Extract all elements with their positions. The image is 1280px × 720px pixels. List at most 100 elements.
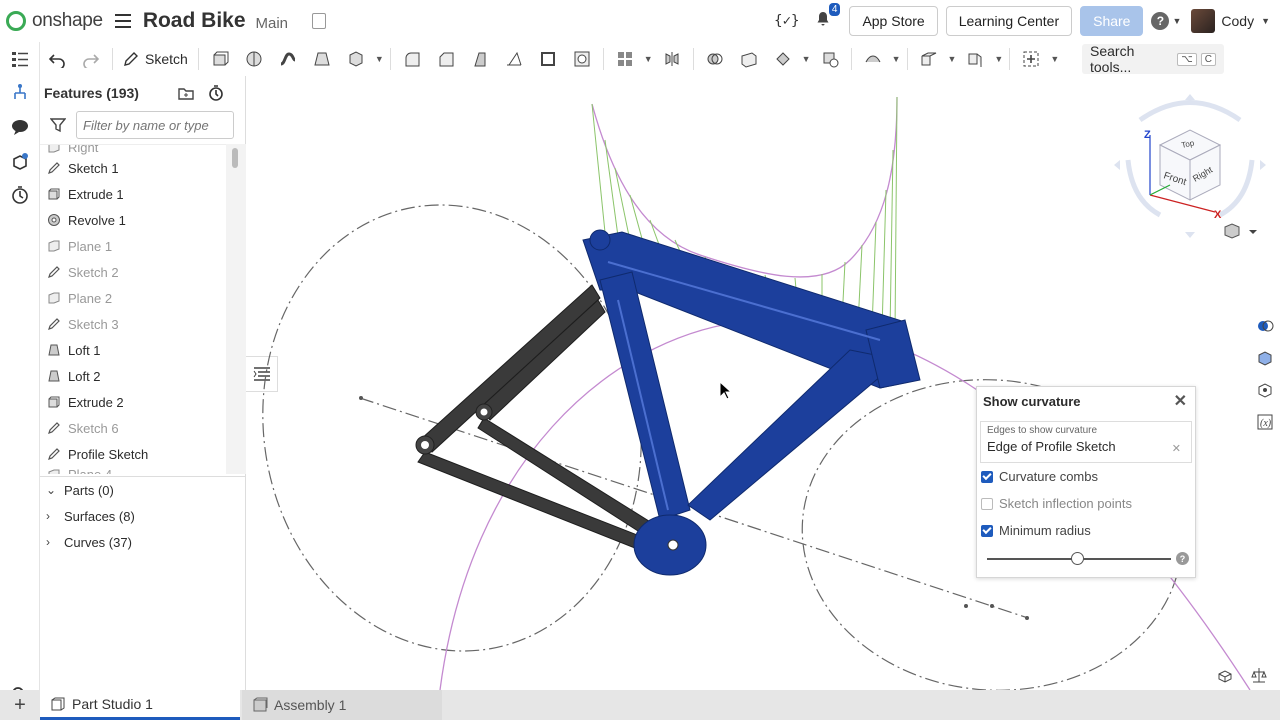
chevron-right-icon[interactable]: ⌄	[46, 483, 64, 497]
undo-icon[interactable]	[46, 49, 68, 69]
view-options-icon[interactable]	[1222, 222, 1262, 242]
mass-properties-icon[interactable]	[1250, 342, 1280, 374]
chevron-down-icon[interactable]: ▼	[948, 54, 957, 64]
feature-item[interactable]: Sketch 3	[40, 311, 226, 337]
chevron-down-icon[interactable]: ▼	[802, 54, 811, 64]
chevron-down-icon[interactable]: ▼	[1172, 16, 1181, 26]
user-name[interactable]: Cody	[1221, 13, 1254, 29]
sweep-icon[interactable]	[277, 49, 299, 69]
view-cube[interactable]: Z X Top Front Right	[1110, 90, 1270, 240]
units-icon[interactable]	[1250, 666, 1268, 684]
feature-item[interactable]: Plane 2	[40, 285, 226, 311]
copy-icon[interactable]	[312, 13, 327, 29]
help-icon[interactable]: ?	[1151, 12, 1170, 30]
transform-icon[interactable]	[772, 49, 794, 69]
rollback-timer-icon[interactable]	[207, 84, 225, 102]
chevron-right-icon[interactable]: ›	[46, 509, 64, 523]
fillet-icon[interactable]	[401, 49, 423, 69]
extrude-icon[interactable]	[209, 49, 231, 69]
share-button[interactable]: Share	[1080, 6, 1144, 36]
parts-icon[interactable]	[0, 144, 40, 178]
group-item[interactable]: ⌄ Parts (0)	[40, 477, 246, 503]
draft-icon[interactable]	[469, 49, 491, 69]
comment-icon[interactable]	[0, 110, 40, 144]
app-store-button[interactable]: App Store	[849, 6, 938, 36]
measure-icon[interactable]	[1250, 374, 1280, 406]
chevron-down-icon[interactable]: ▼	[644, 54, 653, 64]
curvature-option[interactable]: Minimum radius	[977, 517, 1195, 544]
revolve-icon[interactable]	[243, 49, 265, 69]
thicken-icon[interactable]	[345, 49, 367, 69]
graph-icon[interactable]	[0, 76, 40, 110]
feature-item[interactable]: Right	[40, 145, 226, 155]
menu-icon[interactable]	[114, 14, 131, 28]
onshape-logo[interactable]: onshape	[6, 10, 103, 32]
workspace-name[interactable]: Main	[256, 15, 289, 32]
shell-icon[interactable]	[537, 49, 559, 69]
add-tab-button[interactable]: +	[0, 690, 40, 720]
redo-icon[interactable]	[80, 49, 102, 69]
chevron-down-icon[interactable]: ▼	[892, 54, 901, 64]
plane-tool-icon[interactable]	[918, 49, 940, 69]
feature-item[interactable]: Profile Sketch	[40, 441, 226, 467]
feature-item[interactable]: Sketch 6	[40, 415, 226, 441]
group-item[interactable]: › Curves (37)	[40, 529, 246, 555]
feature-filter-input[interactable]	[76, 111, 234, 139]
delete-part-icon[interactable]	[819, 49, 841, 69]
clear-selection-icon[interactable]: ✕	[1172, 442, 1181, 455]
checkbox[interactable]	[981, 524, 993, 537]
selection-filter-icon[interactable]	[1216, 666, 1234, 684]
edges-selection-field[interactable]: Edges to show curvature Edge of Profile …	[980, 421, 1192, 463]
feature-item[interactable]: Plane 1	[40, 233, 226, 259]
chevron-right-icon[interactable]: ›	[46, 535, 64, 549]
hole-icon[interactable]	[571, 49, 593, 69]
chevron-down-icon[interactable]: ▼	[1261, 16, 1270, 26]
curvature-option[interactable]: Sketch inflection points	[977, 490, 1195, 517]
sketch-button[interactable]: Sketch	[123, 51, 188, 67]
chevron-down-icon[interactable]: ▼	[375, 54, 384, 64]
variables-panel-icon[interactable]: (x)	[1250, 406, 1280, 438]
feature-list[interactable]: Right Sketch 1 Extrude 1 Revolve 1 Plane 1 Sk…	[40, 144, 226, 474]
rib-icon[interactable]	[503, 49, 525, 69]
minimum-radius-slider[interactable]: ?	[981, 546, 1191, 572]
scrollbar-thumb[interactable]	[232, 148, 238, 168]
variables-icon[interactable]: {✓}	[774, 13, 799, 29]
loft-icon[interactable]	[311, 49, 333, 69]
tab-assembly[interactable]: Assembly 1	[242, 690, 442, 720]
feature-item[interactable]: Plane 4	[40, 467, 226, 474]
search-tools-input[interactable]: Search tools... ⌥ C	[1082, 43, 1224, 75]
tab-part-studio[interactable]: Part Studio 1	[40, 690, 240, 720]
add-custom-feature-icon[interactable]	[1020, 49, 1042, 69]
notifications-icon[interactable]: 4	[815, 2, 841, 32]
learning-center-button[interactable]: Learning Center	[945, 6, 1073, 36]
feature-item[interactable]: Revolve 1	[40, 207, 226, 233]
close-icon[interactable]: ✕	[1174, 391, 1187, 411]
chevron-down-icon[interactable]: ▼	[1050, 54, 1059, 64]
appearance-icon[interactable]	[1250, 310, 1280, 342]
surface-icon[interactable]	[862, 49, 884, 69]
avatar[interactable]	[1191, 9, 1216, 33]
sheet-metal-icon[interactable]	[964, 49, 986, 69]
history-icon[interactable]	[0, 178, 40, 212]
group-item[interactable]: › Surfaces (8)	[40, 503, 246, 529]
feature-item[interactable]: Extrude 1	[40, 181, 226, 207]
feature-item[interactable]: Sketch 2	[40, 259, 226, 285]
feature-list-icon[interactable]	[0, 42, 40, 76]
feature-item[interactable]: Loft 2	[40, 363, 226, 389]
split-icon[interactable]	[738, 49, 760, 69]
help-icon[interactable]: ?	[1176, 552, 1189, 565]
checkbox[interactable]	[981, 470, 993, 483]
curvature-option[interactable]: Curvature combs	[977, 463, 1195, 490]
chamfer-icon[interactable]	[435, 49, 457, 69]
mirror-icon[interactable]	[661, 49, 683, 69]
slider-knob[interactable]	[1071, 552, 1085, 565]
filter-icon[interactable]	[50, 117, 66, 133]
document-title[interactable]: Road Bike	[143, 9, 246, 33]
feature-item[interactable]: Loft 1	[40, 337, 226, 363]
feature-list-scrollbar[interactable]	[226, 144, 246, 474]
selected-edge[interactable]: Edge of Profile Sketch	[987, 439, 1185, 454]
feature-item[interactable]: Extrude 2	[40, 389, 226, 415]
boolean-icon[interactable]	[704, 49, 726, 69]
feature-item[interactable]: Sketch 1	[40, 155, 226, 181]
checkbox[interactable]	[981, 497, 993, 510]
